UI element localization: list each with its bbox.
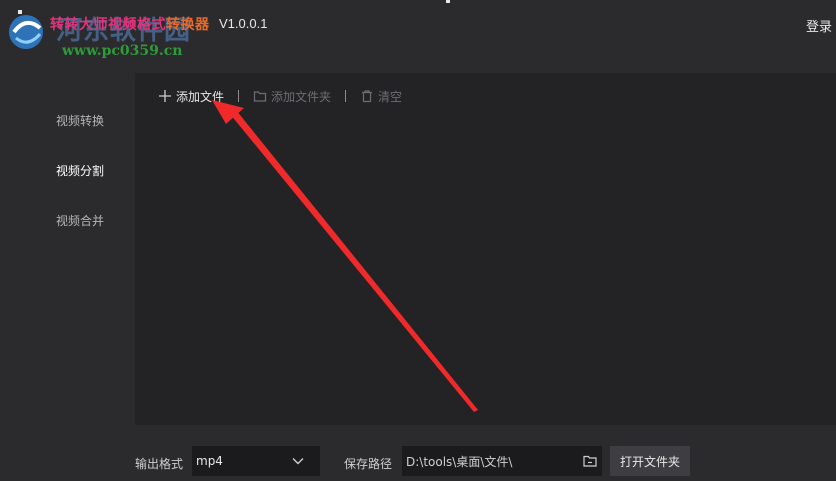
output-format-select[interactable]: mp4: [192, 446, 320, 476]
toolbar-divider: [345, 90, 347, 102]
sidebar-item-video-merge[interactable]: 视频合并: [56, 212, 104, 229]
open-folder-button[interactable]: 打开文件夹: [610, 446, 690, 476]
save-path-field[interactable]: D:\tools\桌面\文件\: [402, 446, 602, 476]
add-folder-label: 添加文件夹: [271, 89, 332, 104]
app-title: 转转大师视频格式转换器: [50, 14, 210, 34]
title-bar: 河东软件园 转转大师视频格式转换器 V1.0.0.1 www.pc0359.cn…: [0, 0, 836, 59]
chevron-down-icon: [292, 458, 304, 465]
add-folder-button[interactable]: 添加文件夹: [253, 88, 331, 105]
watermark-url: www.pc0359.cn: [62, 43, 183, 59]
save-path-label: 保存路径: [344, 457, 393, 471]
clear-label: 清空: [378, 89, 403, 104]
plus-icon: [159, 90, 171, 102]
folder-browse-icon[interactable]: [582, 454, 598, 468]
add-file-label: 添加文件: [176, 89, 225, 104]
add-file-button[interactable]: 添加文件: [158, 88, 224, 105]
window-notch: [446, 0, 450, 3]
sidebar-item-video-convert[interactable]: 视频转换: [56, 112, 104, 129]
sidebar-item-video-split[interactable]: 视频分割: [56, 162, 104, 179]
app-title-part2: 转换器: [166, 17, 210, 33]
output-format-value: mp4: [196, 454, 223, 468]
folder-icon: [253, 91, 267, 102]
output-format-label: 输出格式: [135, 457, 184, 471]
trash-icon: [362, 90, 373, 103]
save-path-value: D:\tools\桌面\文件\: [406, 454, 513, 469]
file-list-panel[interactable]: [135, 73, 836, 425]
app-version: V1.0.0.1: [219, 16, 268, 31]
app-title-part1: 转转大师视频格式: [50, 17, 166, 33]
login-button[interactable]: 登录: [806, 16, 832, 35]
toolbar-divider: [238, 90, 240, 102]
app-logo-icon: [9, 10, 43, 49]
clear-button[interactable]: 清空: [360, 88, 402, 105]
toolbar: 添加文件 添加文件夹 清空: [158, 86, 402, 106]
